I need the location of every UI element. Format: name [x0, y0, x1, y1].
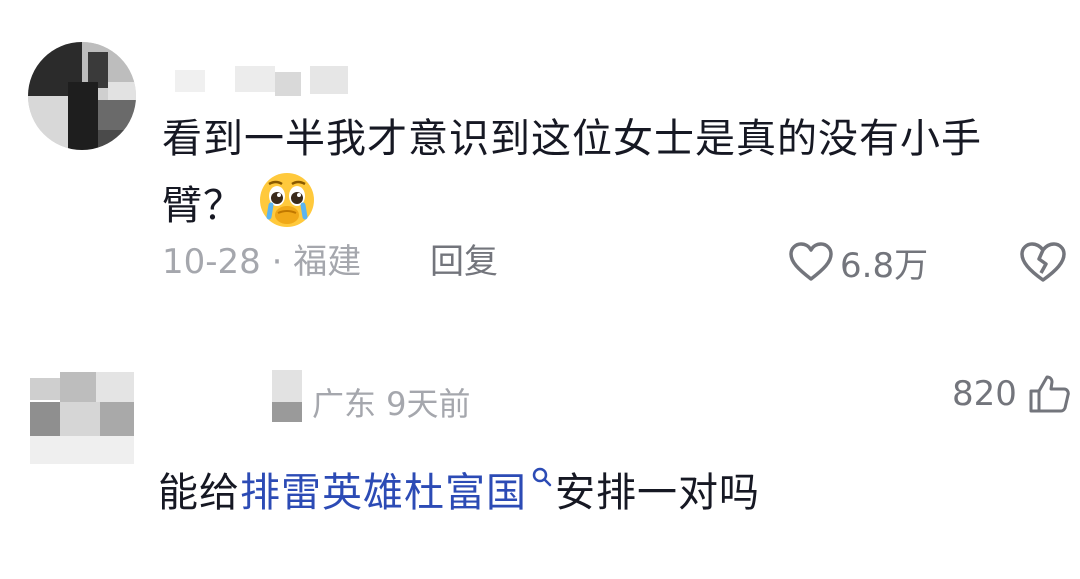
like-count: 6.8万: [840, 245, 929, 286]
thumbs-up-icon: [1029, 375, 1070, 413]
comment-date-location: 10-28 · 福建: [162, 242, 362, 282]
username-blurred[interactable]: [268, 368, 318, 424]
like-count: 820: [952, 374, 1017, 414]
comment-text: 看到一半我才意识到这位女士是真的没有小手臂？: [162, 108, 1052, 248]
search-link[interactable]: 排雷英雄杜富国: [240, 470, 527, 516]
dislike-button[interactable]: [1018, 238, 1068, 286]
username-blurred[interactable]: [175, 62, 375, 100]
avatar[interactable]: [28, 42, 136, 150]
search-icon[interactable]: [531, 446, 553, 504]
heart-icon: [789, 242, 833, 281]
avatar[interactable]: [30, 372, 134, 464]
broken-heart-icon: [1020, 242, 1066, 282]
like-button[interactable]: 6.8万: [788, 238, 928, 286]
comment-location-time: 广东 9天前: [312, 385, 471, 423]
pleading-face-emoji-icon: [258, 171, 316, 248]
like-button[interactable]: 820: [952, 370, 1071, 418]
comment-text: 能给排雷英雄杜富国 安排一对吗: [158, 446, 760, 522]
reply-button[interactable]: 回复: [430, 238, 498, 286]
